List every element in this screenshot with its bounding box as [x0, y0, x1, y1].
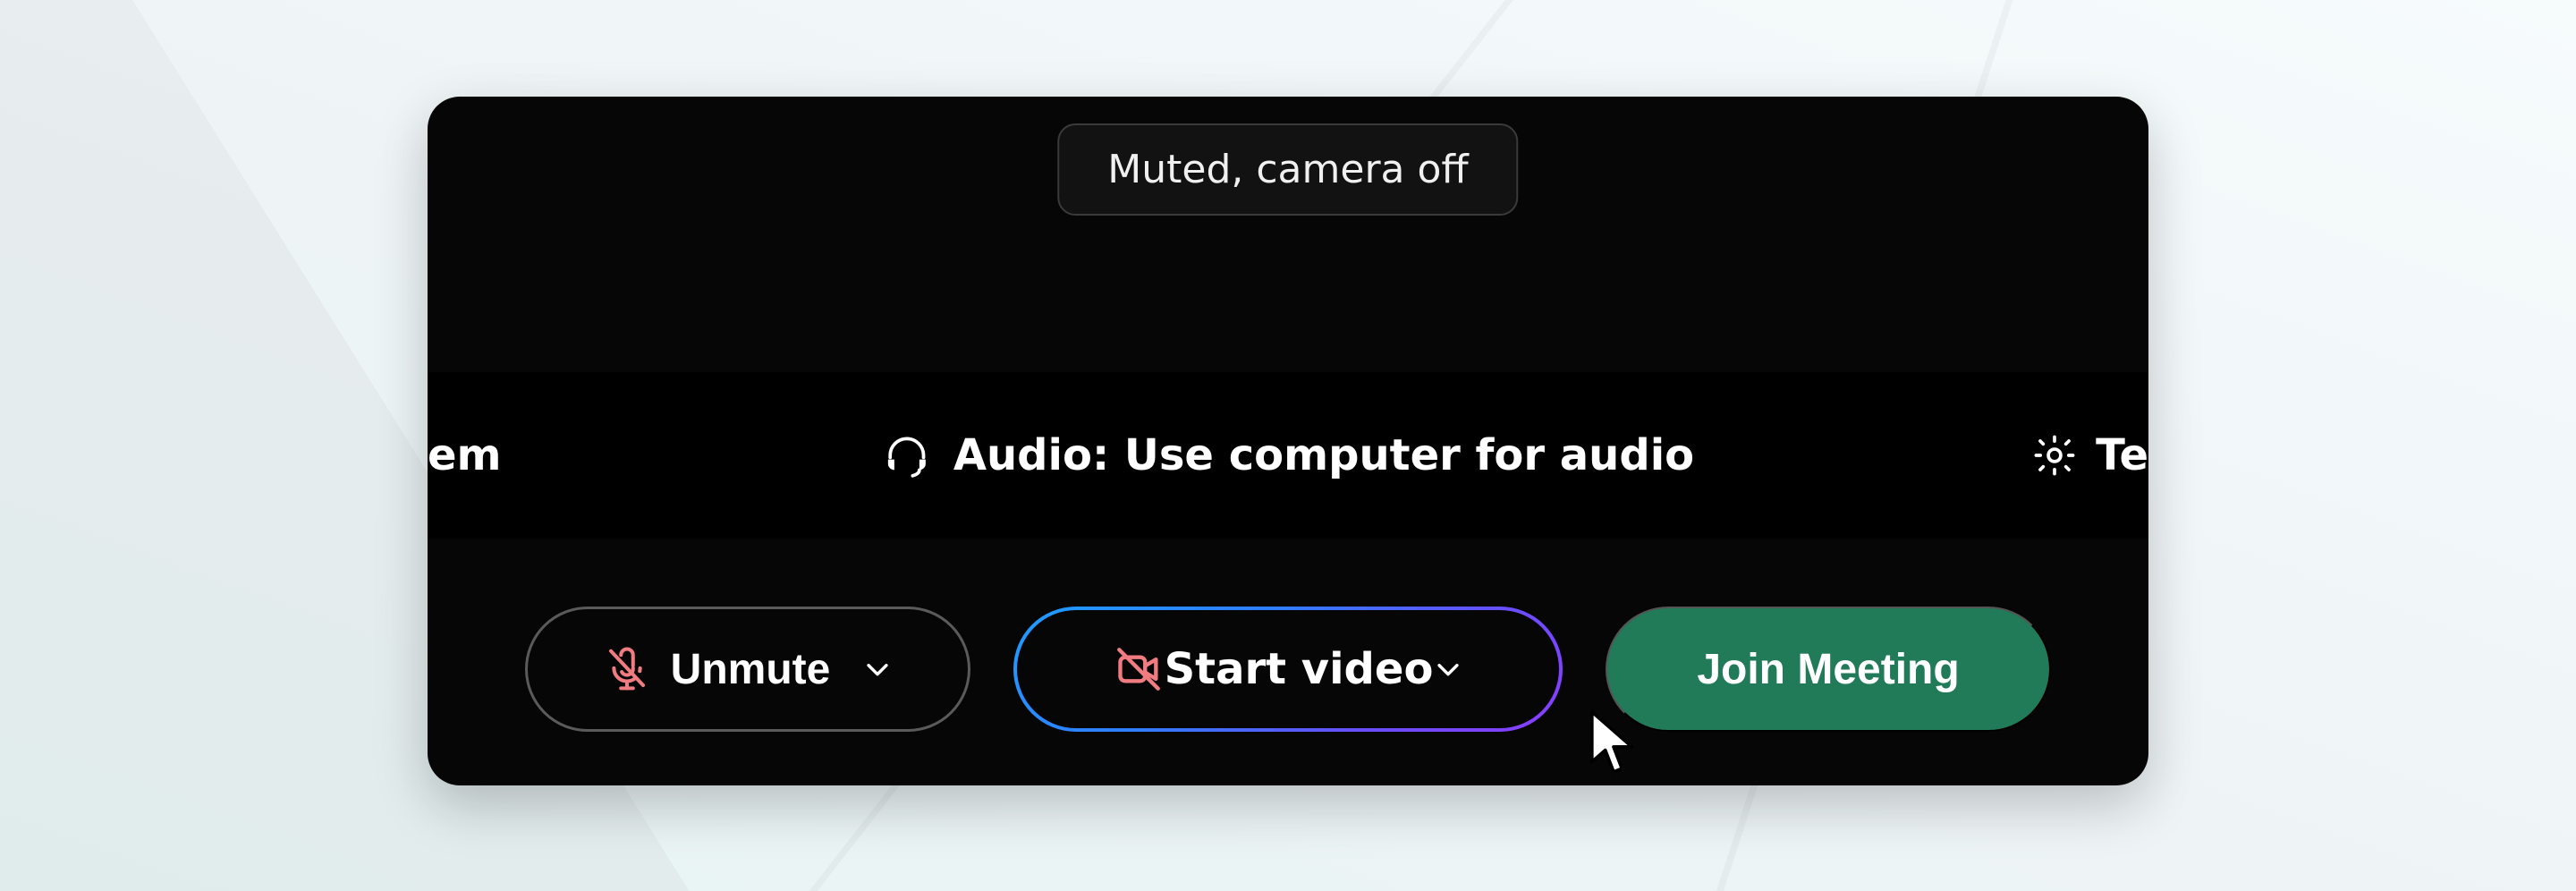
right-partial-option[interactable]: Te	[2031, 372, 2148, 539]
mic-muted-icon	[603, 645, 651, 693]
start-video-button[interactable]: Start video	[1013, 607, 1563, 732]
left-partial-option[interactable]: em	[428, 372, 502, 539]
headset-icon	[882, 430, 932, 480]
unmute-label: Unmute	[671, 645, 831, 694]
audio-option[interactable]: Audio: Use computer for audio	[882, 430, 1694, 480]
chevron-down-icon[interactable]	[862, 654, 893, 684]
av-status-text: Muted, camera off	[1107, 147, 1468, 192]
options-strip: em Audio: Use computer for audio Te	[428, 372, 2148, 539]
controls-row: Unmute Start video	[428, 607, 2148, 732]
start-video-label: Start video	[1165, 644, 1434, 694]
join-meeting-button[interactable]: Join Meeting	[1606, 607, 2051, 732]
camera-off-icon	[1113, 643, 1165, 695]
join-meeting-label: Join Meeting	[1697, 645, 1959, 694]
chevron-down-icon[interactable]	[1433, 654, 1463, 684]
av-status-badge: Muted, camera off	[1057, 123, 1518, 216]
unmute-button[interactable]: Unmute	[525, 607, 970, 732]
left-partial-label: em	[428, 430, 502, 480]
gear-icon	[2031, 432, 2078, 479]
right-partial-label: Te	[2096, 430, 2148, 480]
meeting-join-panel: Muted, camera off em Audio: Use computer…	[428, 97, 2148, 785]
audio-option-label: Audio: Use computer for audio	[953, 430, 1694, 480]
